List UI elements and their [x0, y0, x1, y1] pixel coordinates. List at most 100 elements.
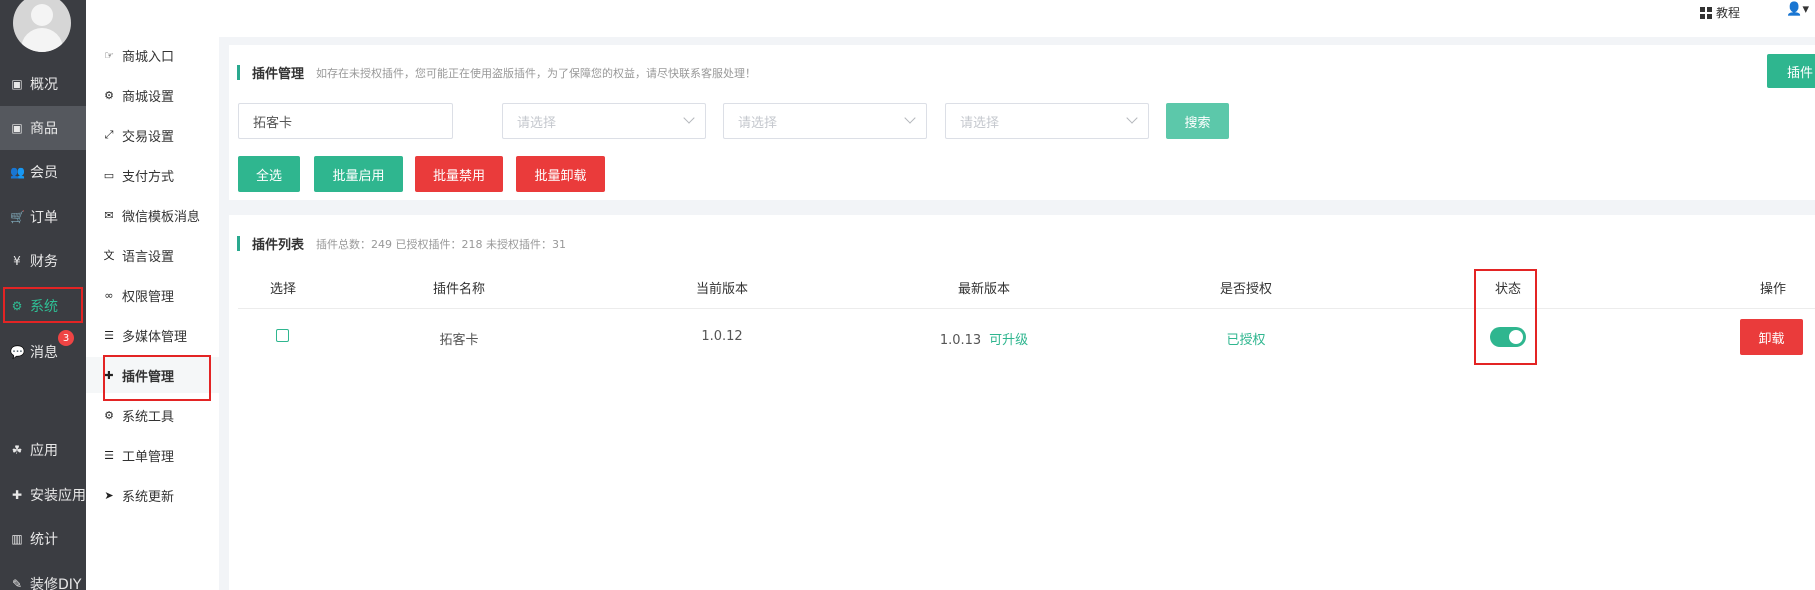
highlight-box-status	[1474, 269, 1537, 365]
sidebar-item-label: 财务	[30, 254, 58, 270]
sidebar-item-label: 应用	[30, 443, 58, 459]
chat-icon: 💬	[10, 345, 25, 359]
panel-title: 插件列表	[252, 238, 305, 253]
highlight-box-plugin-management	[103, 355, 211, 401]
grid-icon	[1699, 6, 1712, 19]
sidebar-item-statistics[interactable]: ▥ 统计	[0, 517, 86, 561]
sidebar-item-label: 概况	[30, 77, 58, 93]
submenu-item-system-update[interactable]: ➤ 系统更新	[86, 477, 219, 513]
wechat-icon: ✉	[104, 208, 114, 222]
column-header-authorized: 是否授权	[1219, 282, 1273, 297]
plugin-management-panel: 插件管理 如存在未授权插件，您可能正在使用盗版插件，为了保障您的权益，请尽快联系…	[229, 45, 1815, 200]
submenu-item-label: 商城入口	[122, 49, 175, 65]
message-count-badge: 3	[58, 330, 74, 346]
sidebar-item-finance[interactable]: ¥ 财务	[0, 239, 86, 283]
system-submenu: ☞ 商城入口 ⚙ 商城设置 ⤢ 交易设置 ▭ 支付方式 ✉ 微信模板消息 文语言设置 ∞ 权…	[86, 37, 219, 590]
submenu-item-label: 微信模板消息	[122, 209, 201, 225]
yen-icon: ¥	[13, 254, 21, 268]
top-bar: 教程 👤▾	[86, 0, 1815, 37]
submenu-item-tickets[interactable]: ☰ 工单管理	[86, 437, 219, 473]
submenu-item-media[interactable]: ☰ 多媒体管理	[86, 317, 219, 353]
sidebar-item-label: 装修DIY	[30, 577, 82, 590]
user-icon: 👤▾	[1786, 2, 1809, 17]
apps-icon: ☘	[11, 443, 23, 457]
sidebar-item-label: 安装应用	[30, 488, 86, 504]
sidebar-item-goods[interactable]: ▣ 商品	[0, 106, 86, 150]
submenu-item-trade-settings[interactable]: ⤢ 交易设置	[86, 117, 219, 153]
sidebar-item-decoration-diy[interactable]: ✎ 装修DIY	[0, 562, 86, 590]
paint-icon: ✎	[11, 577, 23, 590]
upgrade-available-link[interactable]: 可升级	[989, 333, 1028, 348]
authorized-cell: 已授权	[1226, 333, 1266, 348]
credit-card-icon: ▭	[103, 168, 115, 182]
uninstall-button[interactable]: 卸载	[1740, 319, 1803, 355]
submenu-item-store-entry[interactable]: ☞ 商城入口	[86, 37, 219, 73]
paper-plane-icon: ➤	[104, 488, 114, 502]
plugin-management-header: 插件管理 如存在未授权插件，您可能正在使用盗版插件，为了保障您的权益，请尽快联系…	[237, 63, 756, 82]
hand-pointer-icon: ☞	[104, 48, 114, 62]
select-placeholder: 请选择	[960, 115, 1000, 131]
submenu-item-wechat-template[interactable]: ✉ 微信模板消息	[86, 197, 219, 233]
sidebar-item-label: 商品	[30, 121, 58, 137]
chevron-down-icon	[683, 112, 695, 124]
submenu-item-language-settings[interactable]: 文语言设置	[86, 237, 219, 273]
submenu-item-label: 语言设置	[122, 249, 175, 265]
tutorial-link[interactable]: 教程	[1699, 4, 1740, 21]
sidebar-item-apps[interactable]: ☘ 应用	[0, 428, 86, 472]
column-header-latest-version: 最新版本	[957, 282, 1011, 297]
gear-icon: ⚙	[104, 88, 114, 102]
submenu-item-system-tools[interactable]: ⚙ 系统工具	[86, 397, 219, 433]
bar-chart-icon: ▥	[11, 532, 23, 546]
exchange-icon: ⤢	[104, 128, 114, 141]
submenu-item-store-settings[interactable]: ⚙ 商城设置	[86, 77, 219, 113]
title-accent-bar	[237, 65, 240, 80]
submenu-item-payment-methods[interactable]: ▭ 支付方式	[86, 157, 219, 193]
gear-icon: ⚙	[104, 408, 114, 422]
highlight-box-system	[3, 287, 83, 323]
sidebar-item-label: 会员	[30, 165, 58, 181]
submenu-item-label: 多媒体管理	[122, 329, 188, 345]
filter-select-3[interactable]: 请选择	[945, 103, 1149, 139]
column-header-current-version: 当前版本	[695, 282, 749, 297]
panel-title: 插件管理	[252, 67, 305, 82]
sidebar-item-orders[interactable]: 🛒 订单	[0, 195, 86, 239]
sidebar-item-overview[interactable]: ▣ 概况	[0, 62, 86, 106]
list-icon: ☰	[104, 328, 114, 342]
piracy-warning-hint: 如存在未授权插件，您可能正在使用盗版插件，为了保障您的权益，请尽快联系客服处理！	[316, 66, 757, 80]
batch-disable-button[interactable]: 批量禁用	[415, 156, 503, 192]
chevron-down-icon	[1126, 112, 1138, 124]
search-button[interactable]: 搜索	[1166, 103, 1229, 139]
box-icon: ▣	[11, 121, 23, 135]
batch-enable-button[interactable]: 批量启用	[314, 156, 403, 192]
latest-version-cell: 1.0.13 可升级	[940, 329, 1028, 348]
sidebar-item-label: 消息	[30, 345, 58, 361]
submenu-item-label: 支付方式	[122, 169, 175, 185]
puzzle-icon: ✚	[11, 488, 23, 502]
user-menu[interactable]: 👤▾	[1786, 2, 1809, 17]
submenu-item-permissions[interactable]: ∞ 权限管理	[86, 277, 219, 313]
filter-select-2[interactable]: 请选择	[723, 103, 927, 139]
plugin-top-right-button[interactable]: 插件	[1767, 54, 1815, 88]
cart-icon: 🛒	[10, 210, 25, 224]
avatar[interactable]	[13, 0, 71, 52]
select-all-button[interactable]: 全选	[238, 156, 300, 192]
select-placeholder: 请选择	[738, 115, 778, 131]
sidebar-item-members[interactable]: 👥 会员	[0, 150, 86, 194]
users-icon: 👥	[10, 165, 25, 179]
chevron-down-icon	[904, 112, 916, 124]
submenu-item-label: 交易设置	[122, 129, 175, 145]
row-select-checkbox[interactable]	[276, 329, 289, 342]
current-version-cell: 1.0.12	[701, 329, 743, 344]
language-icon: 文	[103, 249, 115, 262]
sidebar-item-label: 订单	[30, 210, 58, 226]
submenu-item-label: 系统工具	[122, 409, 175, 425]
sidebar-item-label: 统计	[30, 532, 58, 548]
filter-select-1[interactable]: 请选择	[502, 103, 706, 139]
select-placeholder: 请选择	[517, 115, 557, 131]
plugin-search-input[interactable]: 拓客卡	[238, 103, 453, 139]
batch-uninstall-button[interactable]: 批量卸载	[516, 156, 605, 192]
sidebar-item-install-apps[interactable]: ✚ 安装应用	[0, 473, 86, 517]
plugin-list-panel: 插件列表 插件总数：249 已授权插件：218 未授权插件：31	[229, 215, 1815, 590]
submenu-item-label: 商城设置	[122, 89, 175, 105]
table-header-divider	[238, 308, 1815, 309]
